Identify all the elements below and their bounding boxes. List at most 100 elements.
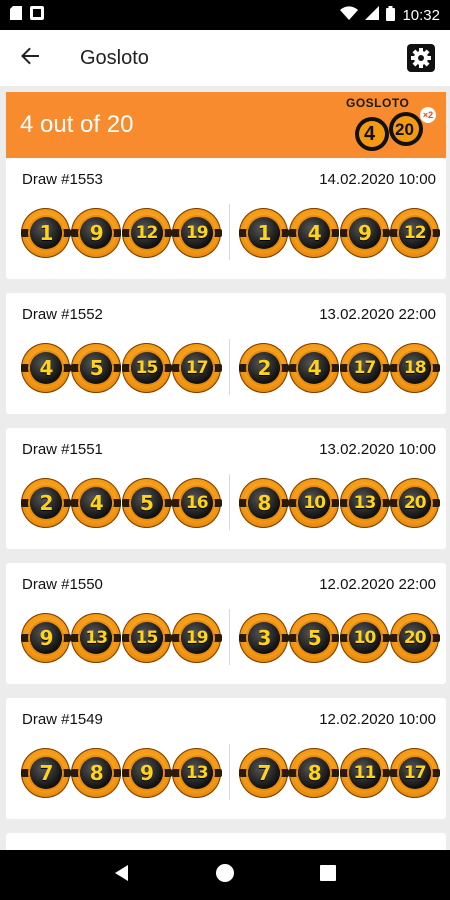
lottery-ball: 4 [289,343,340,393]
lottery-ball: 11 [339,748,390,798]
draw-date: 13.02.2020 22:00 [319,306,436,323]
settings-button[interactable] [406,43,436,73]
arrow-back-icon [20,46,40,71]
ball-number: 5 [89,356,104,380]
ball-number: 19 [185,628,209,648]
lottery-ball: 9 [21,613,71,663]
field-2-numbers: 2 4 17 18 [239,343,440,393]
back-triangle-icon [113,864,131,887]
gosloto-logo: GOSLOTO 4 20 ×2 [342,94,442,156]
field-divider [229,609,230,665]
lottery-ball: 5 [121,478,172,528]
lottery-ball: 15 [121,613,172,663]
lottery-ball: 17 [389,748,440,798]
ball-number: 13 [353,493,377,513]
lottery-ball: 9 [121,748,172,798]
ball-number: 18 [403,358,427,378]
draw-card[interactable]: Draw #1549 12.02.2020 10:00 7 8 9 13 7 8… [6,698,446,819]
app-bar: Gosloto [0,30,450,86]
recents-square-icon [320,864,337,886]
ball-number: 1 [39,221,54,245]
ball-number: 15 [135,628,159,648]
draw-label: Draw #1552 [22,306,103,323]
lottery-ball: 3 [239,613,289,663]
ball-number: 2 [39,491,54,515]
ball-number: 17 [185,358,209,378]
lottery-ball: 13 [339,478,390,528]
lottery-ball: 15 [121,343,172,393]
lottery-ball: 8 [289,748,340,798]
lottery-ball: 17 [171,343,222,393]
ball-number: 3 [257,626,272,650]
field-divider [229,204,230,260]
field-divider [229,339,230,395]
lottery-ball: 12 [121,208,172,258]
ball-number: 12 [135,223,159,243]
ball-number: 9 [358,221,372,245]
draw-date: 12.02.2020 22:00 [319,576,436,593]
ball-number: 9 [39,626,54,650]
lottery-ball: 8 [239,478,289,528]
nav-back-button[interactable] [102,855,142,895]
ball-number: 5 [307,626,322,650]
field-2-numbers: 7 8 11 17 [239,748,440,798]
ball-number: 12 [403,223,427,243]
game-title: 4 out of 20 [20,111,134,138]
ball-number: 11 [353,763,377,783]
field-1-numbers: 2 4 5 16 [21,478,222,528]
wifi-icon [340,6,359,24]
ball-number: 8 [89,761,104,785]
nav-home-button[interactable] [205,855,245,895]
lottery-ball: 13 [171,748,222,798]
field-1-numbers: 4 5 15 17 [21,343,222,393]
ball-number: 10 [353,628,377,648]
home-circle-icon [215,863,235,888]
system-nav-bar [0,850,450,900]
lottery-ball: 2 [239,343,289,393]
lottery-ball: 1 [21,208,71,258]
lottery-ball: 9 [339,208,390,258]
ball-number: 4 [89,491,104,515]
nav-recents-button[interactable] [308,855,348,895]
lottery-ball: 19 [171,208,222,258]
lottery-ball: 20 [389,478,440,528]
draw-card[interactable]: Draw #1551 13.02.2020 10:00 2 4 5 16 8 1… [6,428,446,549]
page-title: Gosloto [80,46,149,69]
battery-icon [386,5,396,25]
lottery-ball: 16 [171,478,222,528]
ball-number: 1 [257,221,272,245]
draw-date: 12.02.2020 10:00 [319,711,436,728]
draw-card[interactable]: Draw #1552 13.02.2020 22:00 4 5 15 17 2 … [6,293,446,414]
draw-date: 14.02.2020 10:00 [319,171,436,188]
logo-ball-1: 4 [364,123,376,145]
ball-number: 8 [307,761,322,785]
draw-card[interactable]: Draw #1553 14.02.2020 10:00 1 9 12 19 1 … [6,158,446,279]
draw-label: Draw #1551 [22,441,103,458]
ball-number: 10 [303,493,326,513]
status-time: 10:32 [402,6,440,24]
lottery-ball: 2 [21,478,71,528]
field-2-numbers: 3 5 10 20 [239,613,440,663]
ball-number: 9 [89,221,104,245]
ball-number: 15 [135,358,159,378]
ball-number: 4 [307,356,322,380]
multiplier-badge: ×2 [420,107,436,123]
notification-icon [30,5,44,25]
draw-label: Draw #1553 [22,171,103,188]
lottery-ball: 18 [389,343,440,393]
ball-number: 7 [39,761,54,785]
lottery-ball: 5 [71,343,122,393]
lottery-ball: 4 [21,343,71,393]
field-1-numbers: 7 8 9 13 [21,748,222,798]
draw-card[interactable]: Draw #1550 12.02.2020 22:00 9 13 15 19 3… [6,563,446,684]
draw-date: 13.02.2020 10:00 [319,441,436,458]
signal-icon [365,6,380,24]
field-1-numbers: 1 9 12 19 [21,208,222,258]
ball-number: 20 [403,628,427,648]
lottery-ball: 7 [21,748,71,798]
field-1-numbers: 9 13 15 19 [21,613,222,663]
ball-number: 13 [185,763,209,783]
lottery-ball: 19 [171,613,222,663]
ball-number: 8 [257,491,272,515]
back-button[interactable] [0,30,60,86]
